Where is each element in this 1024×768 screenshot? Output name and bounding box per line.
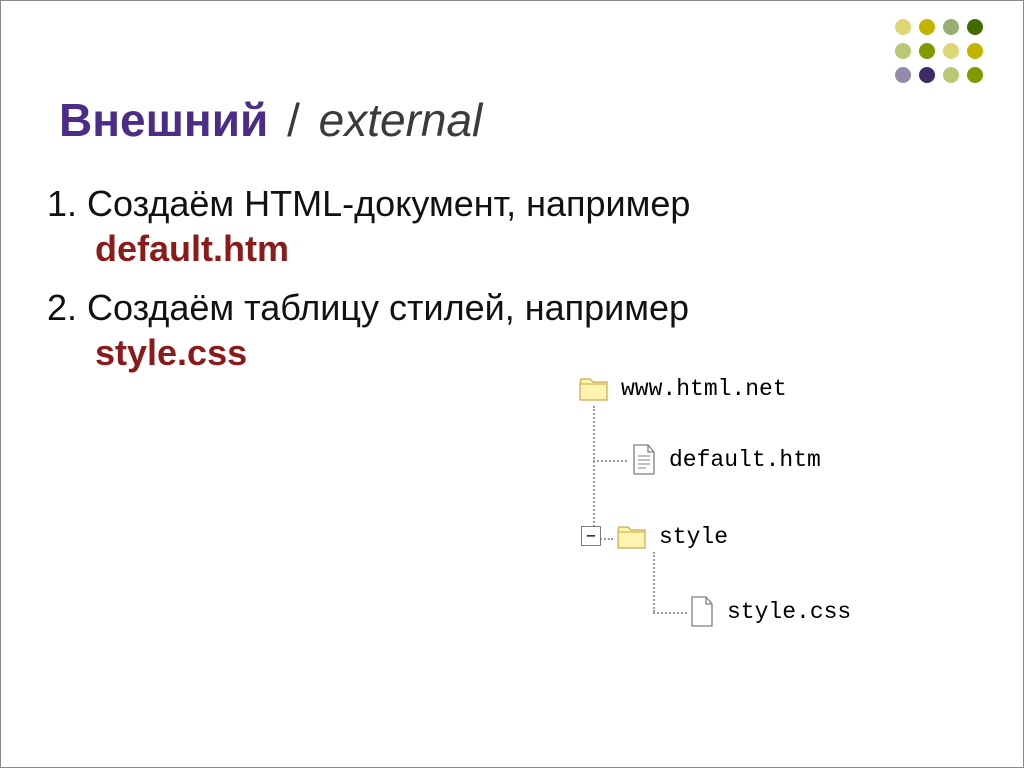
dot-icon xyxy=(967,43,983,59)
slide: Внешний / external 1. Создаём HTML-докум… xyxy=(0,0,1024,768)
tree-label: default.htm xyxy=(667,447,821,473)
list-item: 1. Создаём HTML-документ, например defau… xyxy=(47,181,967,271)
tree-node-root[interactable]: www.html.net xyxy=(579,376,787,402)
dot-icon xyxy=(943,19,959,35)
item-highlight: default.htm xyxy=(47,226,967,271)
tree-node-folder[interactable]: style xyxy=(617,524,728,550)
tree-connector xyxy=(653,552,655,612)
dot-icon xyxy=(895,43,911,59)
tree-node-file[interactable]: style.css xyxy=(689,596,851,628)
dot-icon xyxy=(967,19,983,35)
tree-label: style.css xyxy=(725,599,851,625)
list-item: 2. Создаём таблицу стилей, например styl… xyxy=(47,285,967,375)
dot-icon xyxy=(943,43,959,59)
folder-icon xyxy=(579,376,609,402)
tree-node-file[interactable]: default.htm xyxy=(631,444,821,476)
dot-icon xyxy=(895,67,911,83)
item-text: Создаём таблицу стилей, например xyxy=(87,287,689,328)
dot-icon xyxy=(919,43,935,59)
item-highlight: style.css xyxy=(47,330,967,375)
slide-body: 1. Создаём HTML-документ, например defau… xyxy=(47,181,967,389)
file-icon xyxy=(689,596,715,628)
title-separator: / xyxy=(287,94,300,146)
title-sub: external xyxy=(319,94,483,146)
dot-icon xyxy=(943,67,959,83)
dot-icon xyxy=(895,19,911,35)
dot-icon xyxy=(919,67,935,83)
tree-connector xyxy=(593,406,595,538)
tree-expander[interactable]: − xyxy=(581,526,601,546)
tree-connector xyxy=(653,612,687,614)
tree-label: style xyxy=(657,524,728,550)
item-number: 1. xyxy=(47,183,77,224)
slide-title: Внешний / external xyxy=(59,93,482,147)
dot-grid xyxy=(895,19,991,91)
dot-icon xyxy=(919,19,935,35)
dot-icon xyxy=(967,67,983,83)
tree-label: www.html.net xyxy=(619,376,787,402)
tree-connector xyxy=(593,460,627,462)
file-icon xyxy=(631,444,657,476)
item-text: Создаём HTML-документ, например xyxy=(87,183,690,224)
title-main: Внешний xyxy=(59,94,268,146)
folder-icon xyxy=(617,524,647,550)
item-number: 2. xyxy=(47,287,77,328)
